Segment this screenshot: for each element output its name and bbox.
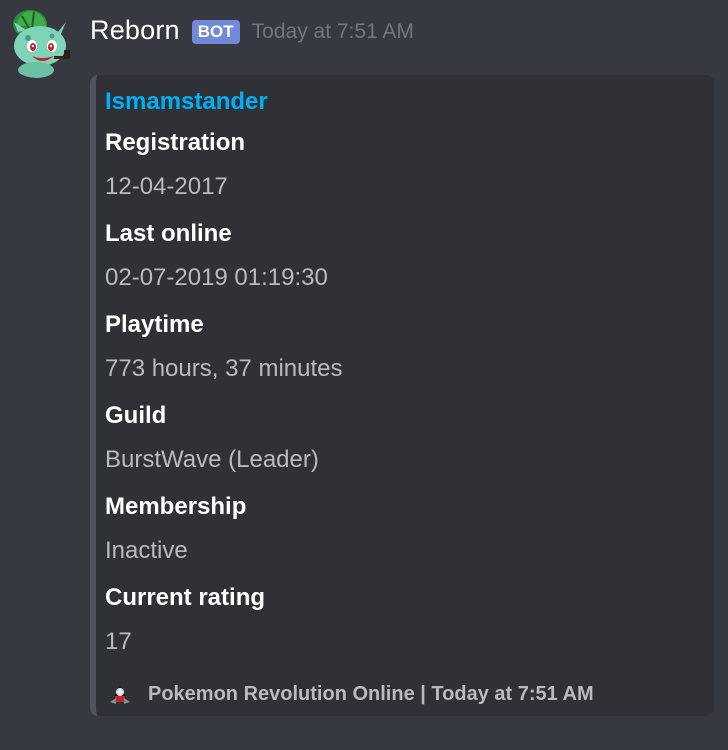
- field-value: 773 hours, 37 minutes: [105, 355, 343, 382]
- field-name: Guild: [105, 402, 167, 429]
- embed-field-guild: Guild BurstWave (Leader): [105, 396, 704, 483]
- embed-content: Ismamstander Registration 12-04-2017 Las…: [105, 85, 704, 665]
- embed-title[interactable]: Ismamstander: [105, 85, 704, 119]
- field-value: BurstWave (Leader): [105, 446, 319, 473]
- chat-message: Reborn BOT Today at 7:51 AM Ismamstander…: [0, 0, 728, 750]
- bot-badge: BOT: [191, 20, 240, 44]
- field-name: Last online: [105, 220, 232, 247]
- embed-field-last-online: Last online 02-07-2019 01:19:30: [105, 214, 704, 301]
- embed-field-membership: Membership Inactive: [105, 487, 704, 574]
- pokemon-revolution-logo-icon: [106, 680, 134, 708]
- message-timestamp[interactable]: Today at 7:51 AM: [252, 20, 414, 44]
- username[interactable]: Reborn: [90, 15, 180, 46]
- embed-field-playtime: Playtime 773 hours, 37 minutes: [105, 305, 704, 392]
- field-value: Inactive: [105, 537, 188, 564]
- field-value: 17: [105, 628, 132, 655]
- message-header: Reborn BOT Today at 7:51 AM: [90, 12, 414, 48]
- embed-footer-text: Pokemon Revolution Online | Today at 7:5…: [148, 682, 594, 705]
- field-value: 02-07-2019 01:19:30: [105, 264, 328, 291]
- field-name: Membership: [105, 493, 247, 520]
- field-value: 12-04-2017: [105, 173, 228, 200]
- field-name: Playtime: [105, 311, 204, 338]
- embed-field-current-rating: Current rating 17: [105, 578, 704, 665]
- field-name: Registration: [105, 129, 246, 156]
- embed-footer: Pokemon Revolution Online | Today at 7:5…: [106, 680, 594, 708]
- embed-field-registration: Registration 12-04-2017: [105, 123, 704, 210]
- field-name: Current rating: [105, 584, 266, 611]
- bulbasaur-avatar-icon[interactable]: [0, 4, 74, 78]
- rich-embed: Ismamstander Registration 12-04-2017 Las…: [90, 75, 714, 716]
